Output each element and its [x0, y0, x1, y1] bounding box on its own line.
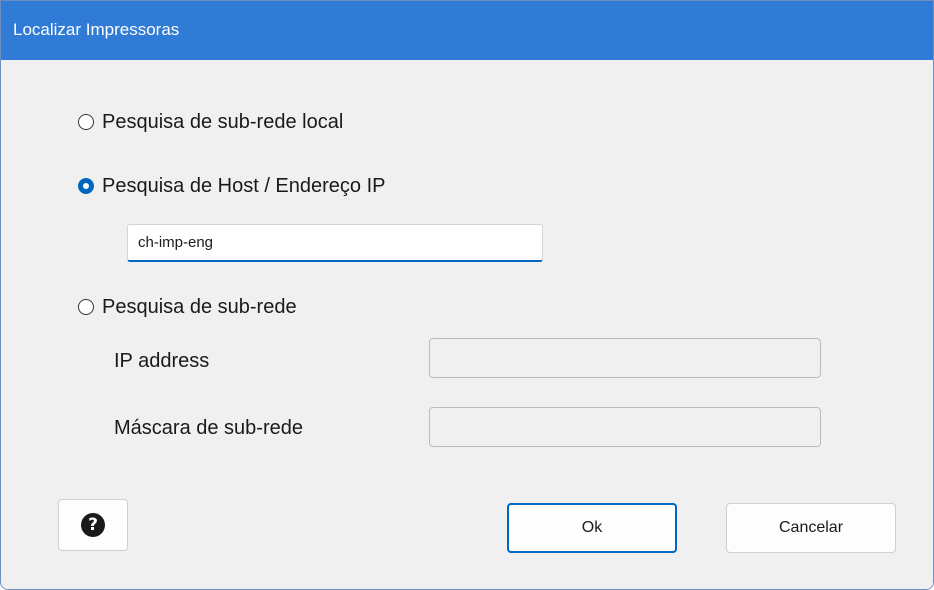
window-title: Localizar Impressoras — [13, 20, 180, 39]
title-bar: Localizar Impressoras — [1, 1, 933, 60]
subnet-mask-input[interactable] — [429, 407, 821, 447]
host-ip-input-value: ch-imp-eng — [138, 234, 214, 251]
ip-address-input[interactable] — [429, 338, 821, 378]
find-printers-dialog: Localizar Impressoras Pesquisa de sub-re… — [0, 0, 934, 590]
cancel-button-label: Cancelar — [778, 519, 844, 536]
cancel-button[interactable]: Cancelar — [726, 503, 896, 553]
radio-button-unchecked[interactable] — [78, 299, 94, 315]
radio-local-subnet[interactable]: Pesquisa de sub-rede local — [78, 110, 343, 134]
question-circle-icon: ? — [81, 513, 105, 537]
ok-button[interactable]: Ok — [507, 503, 677, 553]
radio-button-checked[interactable] — [78, 178, 94, 194]
dialog-content: Pesquisa de sub-rede local Pesquisa de H… — [1, 60, 933, 589]
help-button[interactable]: ? — [58, 499, 128, 551]
radio-local-subnet-label: Pesquisa de sub-rede local — [102, 110, 344, 133]
ip-address-label: IP address — [114, 350, 210, 372]
host-ip-input[interactable]: ch-imp-eng — [127, 224, 543, 262]
radio-subnet[interactable]: Pesquisa de sub-rede — [78, 295, 297, 319]
ok-button-label: Ok — [581, 519, 603, 536]
radio-host-ip-label: Pesquisa de Host / Endereço IP — [102, 174, 386, 197]
subnet-mask-label: Máscara de sub-rede — [114, 417, 303, 439]
radio-subnet-label: Pesquisa de sub-rede — [102, 295, 297, 318]
radio-button-unchecked[interactable] — [78, 114, 94, 130]
radio-host-ip[interactable]: Pesquisa de Host / Endereço IP — [78, 174, 386, 198]
